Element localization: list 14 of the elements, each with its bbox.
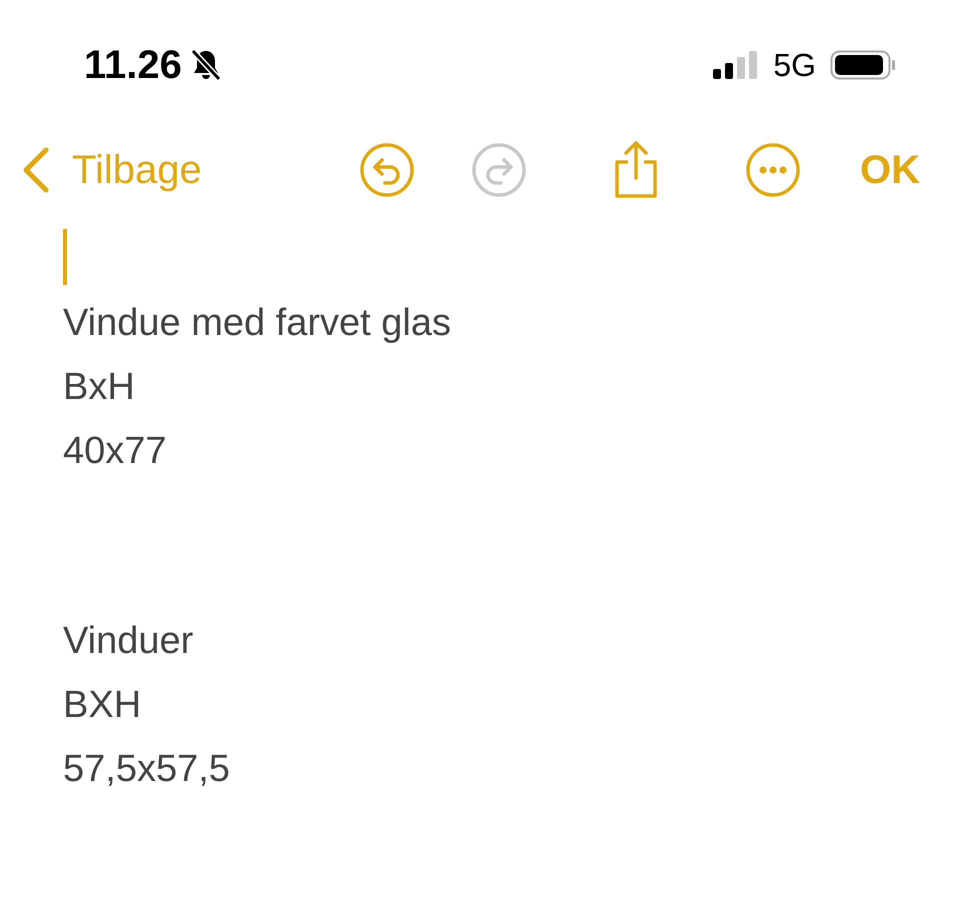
note-line: 40x77: [63, 429, 168, 474]
note-line: BXH: [63, 683, 142, 728]
note-line: Vinduer: [63, 619, 194, 664]
back-button[interactable]: Tilbage: [20, 146, 202, 194]
more-icon[interactable]: [744, 142, 801, 198]
clock-time: 11.26: [84, 42, 182, 88]
undo-icon[interactable]: [358, 142, 415, 198]
note-line: BxH: [63, 365, 136, 410]
battery-icon: [830, 50, 896, 80]
note-line: 57,5x57,5: [63, 747, 231, 792]
network-label: 5G: [773, 46, 816, 84]
note-line: Vindue med farvet glas: [63, 301, 452, 346]
signal-icon: [713, 51, 760, 79]
ok-button[interactable]: OK: [860, 148, 920, 192]
